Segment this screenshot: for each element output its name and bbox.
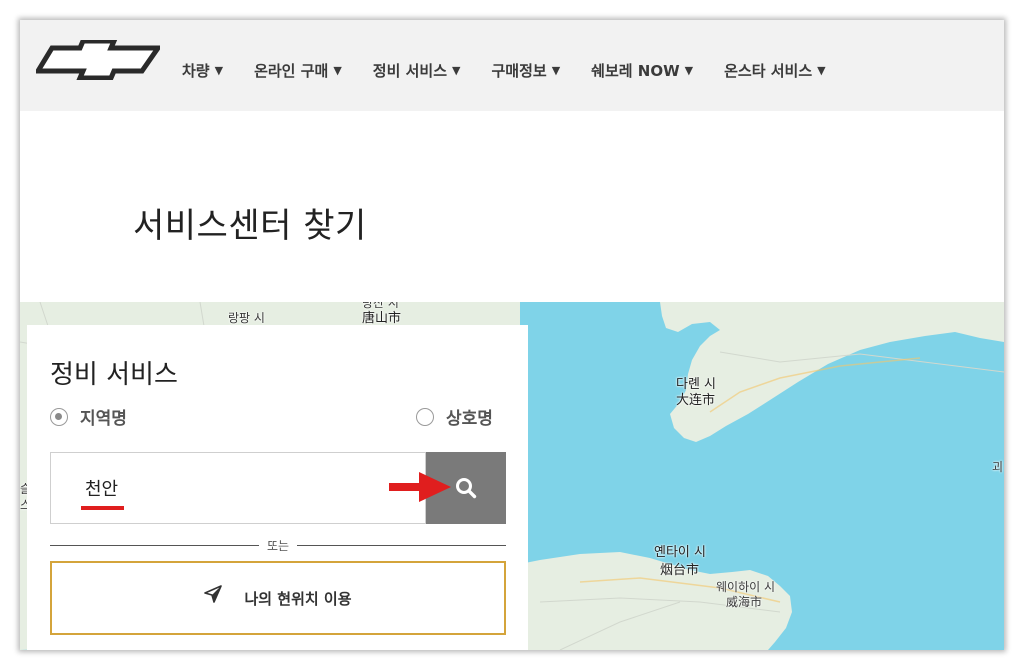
radio-unchecked-icon[interactable] <box>416 407 434 426</box>
map-label: 大连市 <box>676 393 716 408</box>
nav-item-label: 온스타 서비스 <box>724 62 813 80</box>
nav-item-label: 정비 서비스 <box>372 62 448 80</box>
chevrolet-logo-icon[interactable] <box>36 40 160 80</box>
radio-label: 지역명 <box>80 409 127 429</box>
map-label: 랑팡 시 <box>228 311 265 325</box>
nav-item-label: 차량 <box>182 62 210 80</box>
caret-down-icon: ▼ <box>214 64 224 77</box>
location-arrow-icon <box>204 585 223 603</box>
red-arrow-icon <box>389 472 451 502</box>
nav-item-online-purchase[interactable]: 온라인 구매 ▼ <box>254 60 342 81</box>
nav-item-chevrolet-now[interactable]: 쉐보레 NOW ▼ <box>591 60 693 81</box>
caret-down-icon: ▼ <box>333 64 342 77</box>
map-label: 唐山市 <box>362 311 402 326</box>
radio-label: 상호명 <box>446 409 493 429</box>
search-box <box>50 452 426 524</box>
use-my-location-button[interactable]: 나의 현위치 이용 <box>50 561 506 635</box>
page-title: 서비스센터 찾기 <box>133 206 367 246</box>
map-label: 烟台市 <box>660 563 700 578</box>
search-icon <box>456 478 477 499</box>
browser-frame: 차량 ▼ 온라인 구매 ▼ 정비 서비스 ▼ 구매정보 ▼ 쉐보레 NOW ▼ … <box>20 20 1004 650</box>
nav-item-label: 구매정보 <box>491 62 547 80</box>
caret-down-icon: ▼ <box>551 64 561 77</box>
radio-checked-icon[interactable] <box>50 407 68 426</box>
radio-business-name[interactable]: 상호명 <box>416 404 493 429</box>
map-label: 탕산 시 <box>362 302 399 310</box>
radio-region-name[interactable]: 지역명 <box>50 404 127 429</box>
nav-menu: 차량 ▼ 온라인 구매 ▼ 정비 서비스 ▼ 구매정보 ▼ 쉐보레 NOW ▼ … <box>182 60 826 81</box>
caret-down-icon: ▼ <box>684 64 694 77</box>
nav-item-maintenance-service[interactable]: 정비 서비스 ▼ <box>373 60 461 81</box>
nav-item-purchase-info[interactable]: 구매정보 ▼ <box>491 60 560 81</box>
caret-down-icon: ▼ <box>452 64 461 77</box>
map-label: 웨이하이 시 <box>716 580 776 594</box>
top-navigation: 차량 ▼ 온라인 구매 ▼ 정비 서비스 ▼ 구매정보 ▼ 쉐보레 NOW ▼ … <box>20 20 1004 111</box>
map-label: 威海市 <box>726 595 763 609</box>
divider-line <box>297 545 506 546</box>
locate-button-label: 나의 현위치 이용 <box>244 589 352 608</box>
nav-item-label: 온라인 구매 <box>254 62 329 80</box>
caret-down-icon: ▼ <box>817 64 826 77</box>
search-panel: 정비 서비스 지역명 상호명 또는 <box>27 325 528 650</box>
or-divider: 또는 <box>50 538 506 553</box>
map-label: 다롄 시 <box>676 377 717 392</box>
map-label: 괴 <box>992 460 1004 474</box>
panel-title: 정비 서비스 <box>50 360 178 390</box>
nav-item-vehicles[interactable]: 차량 ▼ <box>182 60 223 81</box>
map-label: 옌타이 시 <box>654 545 706 560</box>
search-input[interactable] <box>51 453 425 523</box>
input-highlight-underline <box>81 506 124 510</box>
nav-item-onstar-service[interactable]: 온스타 서비스 ▼ <box>724 60 826 81</box>
nav-item-label: 쉐보레 NOW <box>591 62 680 80</box>
